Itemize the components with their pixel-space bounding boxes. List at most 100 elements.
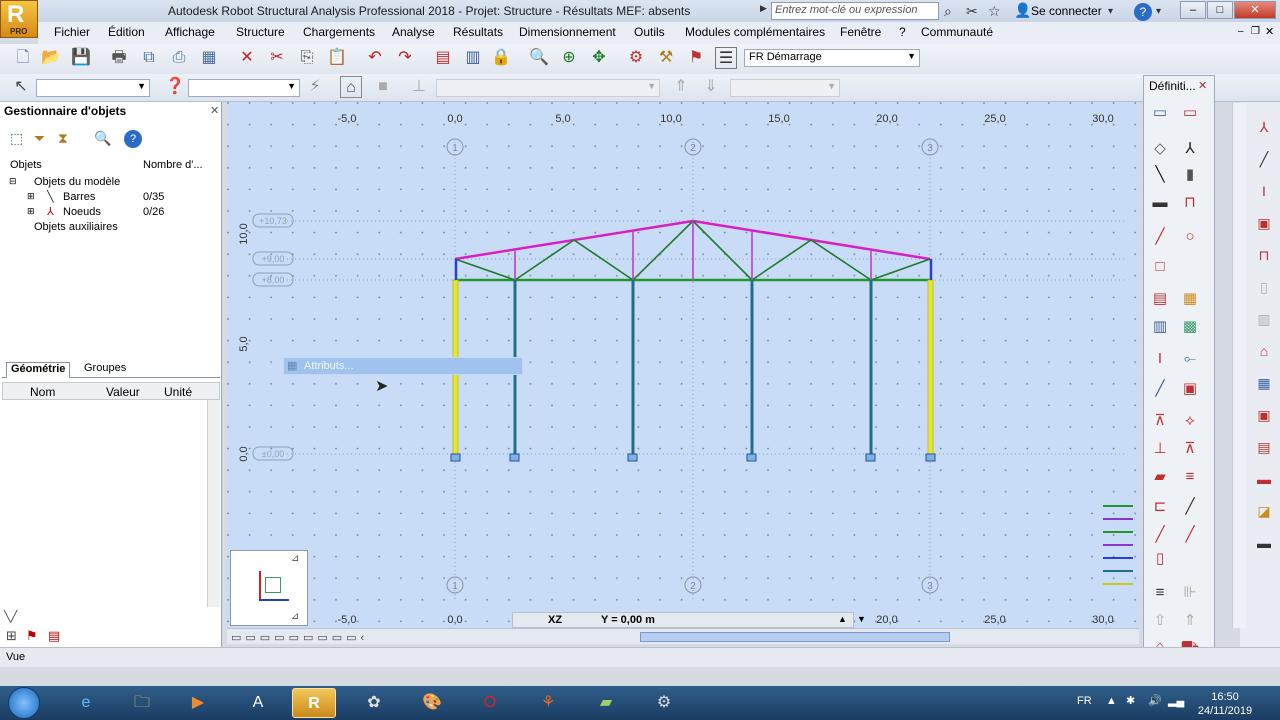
definition-tool-icon[interactable]: ▭ (1148, 102, 1172, 124)
paste-icon[interactable]: 📋 (326, 47, 348, 69)
right-tool-icon[interactable]: ⅄ (1252, 116, 1276, 138)
definition-tool-icon[interactable]: □ (1148, 256, 1172, 278)
definition-tool-icon[interactable]: ≡ (1148, 582, 1172, 604)
print-icon[interactable]: 🖶 (108, 47, 130, 69)
definition-tool-icon[interactable]: ╱ (1148, 524, 1172, 546)
pan-icon[interactable]: ✥ (588, 47, 610, 69)
definition-tool-icon[interactable]: ▬ (1148, 192, 1172, 214)
definition-tool-icon[interactable]: ▥ (1148, 316, 1172, 338)
edit-case-icon[interactable]: ⚡ (304, 76, 326, 98)
right-tool-icon[interactable]: ▬ (1252, 532, 1276, 554)
definition-tool-icon[interactable]: ▣ (1178, 378, 1202, 400)
table-view-icon[interactable]: ▤ (48, 628, 60, 644)
filter-view-icon[interactable]: ⚑ (26, 628, 38, 644)
definition-tool-icon[interactable]: ▯ (1148, 548, 1172, 570)
layout-list-icon[interactable]: ☰ (715, 47, 737, 69)
structure-model-icon[interactable]: ⌂ (340, 76, 362, 98)
app-icon-9[interactable]: ⚘ (526, 688, 570, 718)
level-up-icon[interactable]: ▲ (838, 614, 847, 624)
vertical-scrollbar[interactable] (1232, 103, 1246, 628)
right-tool-icon[interactable]: ▣ (1252, 404, 1276, 426)
minimize-button[interactable]: – (1180, 1, 1206, 19)
definition-tool-icon[interactable]: ◇ (1148, 138, 1172, 160)
tree-item-model-objects[interactable]: Objets du modèle (34, 176, 120, 188)
autocad-icon[interactable]: A (236, 688, 280, 718)
case-combo[interactable]: ▼ (188, 79, 300, 97)
results-table-icon[interactable]: ▥ (462, 47, 484, 69)
tree-item-noeuds[interactable]: Noeuds (63, 206, 101, 218)
view-mode-icons[interactable]: ▭▭▭▭▭▭▭▭▭‹ (231, 631, 368, 644)
view-3d-icon[interactable]: ■ (372, 76, 394, 98)
selection-cursor-icon[interactable]: ↖ (10, 76, 32, 98)
definition-tool-icon[interactable]: ⇑ (1178, 610, 1202, 632)
clock[interactable]: 16:50 24/11/2019 (1190, 690, 1260, 718)
right-tool-icon[interactable]: ▯ (1252, 276, 1276, 298)
right-tool-icon[interactable]: ▬ (1252, 468, 1276, 490)
menu-affichage[interactable]: Affichage (165, 25, 215, 39)
binoculars-icon[interactable]: ⌕ (944, 3, 952, 20)
exchange-icon[interactable]: ✂ (966, 3, 978, 20)
screen-capture-icon[interactable]: ⎙ (168, 47, 190, 69)
zoom-all-icon[interactable]: ⊕ (558, 47, 580, 69)
volume-icon[interactable]: 🔊 (1148, 694, 1162, 707)
level-down-icon[interactable]: ▼ (857, 614, 866, 624)
table-icon[interactable]: ▤ (432, 47, 454, 69)
definition-tool-icon[interactable]: ⊼ (1178, 438, 1202, 460)
doc-close-icon[interactable]: ✕ (1265, 25, 1274, 38)
attributes-tooltip[interactable]: ▦ Attributs... (283, 357, 523, 375)
close-icon[interactable]: ✕ (1198, 79, 1207, 92)
menu-modules[interactable]: Modules complémentaires (685, 25, 825, 39)
definition-tool-icon[interactable]: ╱ (1148, 378, 1172, 400)
definition-tool-icon[interactable]: ▮ (1178, 164, 1202, 186)
ie-icon[interactable]: e (64, 688, 108, 718)
search-input[interactable]: Entrez mot-clé ou expression (771, 2, 939, 20)
selection-combo[interactable]: ▼ (36, 79, 150, 97)
structure-view[interactable]: -5,0 0,0 5,0 10,0 15,0 20,0 25,0 30,0 -5,0 0,0 20… (227, 102, 1139, 628)
right-tool-icon[interactable]: ╱ (1252, 148, 1276, 170)
definition-tool-icon[interactable]: ⅄ (1178, 138, 1202, 160)
doc-minimize-icon[interactable]: – (1238, 26, 1244, 37)
tree-view-icon[interactable]: ⊞ (6, 628, 17, 644)
tab-geometrie[interactable]: Géométrie (6, 362, 71, 378)
tree-item-barres[interactable]: Barres (63, 191, 95, 203)
filter-icon[interactable]: ⏷ (34, 130, 45, 147)
cut-icon[interactable]: ✂ (266, 47, 288, 69)
definition-tool-icon[interactable]: ╱ (1148, 226, 1172, 248)
right-tool-icon[interactable]: ▣ (1252, 212, 1276, 234)
menu-resultats[interactable]: Résultats (453, 25, 503, 39)
definition-tool-icon[interactable]: ⟡ (1178, 410, 1202, 432)
horizontal-scroll-thumb[interactable] (640, 632, 950, 642)
lock-icon[interactable]: 🔒 (490, 47, 512, 69)
definition-tool-icon[interactable]: ⊥ (1148, 438, 1172, 460)
definition-tool-icon[interactable]: ≡ (1178, 466, 1202, 488)
definition-tool-icon[interactable]: ▰ (1148, 466, 1172, 488)
tree-expand-icon[interactable]: ⊞ (27, 206, 35, 217)
right-tool-icon[interactable]: ▦ (1252, 372, 1276, 394)
definition-tool-icon[interactable]: ⊼ (1148, 410, 1172, 432)
menu-structure[interactable]: Structure (236, 25, 285, 39)
print-preview-icon[interactable]: ⧉ (138, 47, 160, 69)
search-expand-icon[interactable]: ▶ (760, 3, 770, 19)
level-combo[interactable]: ▼ (730, 79, 840, 97)
menu-help[interactable]: ? (899, 25, 906, 39)
view-plane-icon[interactable]: ⊥ (408, 76, 430, 98)
calculator-icon[interactable]: ▦ (198, 47, 220, 69)
open-file-icon[interactable]: 📂 (40, 47, 62, 69)
design-icon[interactable]: ⚑ (685, 47, 707, 69)
definition-tool-icon[interactable]: ▤ (1148, 288, 1172, 310)
definition-tool-icon[interactable]: ╱ (1178, 496, 1202, 518)
definition-tool-icon[interactable]: ⊏ (1148, 496, 1172, 518)
paint-icon[interactable]: 🎨 (410, 688, 454, 718)
favorites-star-icon[interactable]: ☆ (988, 3, 1001, 20)
redo-icon[interactable]: ↷ (394, 47, 416, 69)
opera-icon[interactable]: O (468, 688, 512, 718)
app-icon-6[interactable]: ✿ (352, 688, 396, 718)
copy-icon[interactable]: ⎘ (296, 47, 318, 69)
menu-analyse[interactable]: Analyse (392, 25, 435, 39)
signin-button[interactable]: Se connecter (1031, 4, 1102, 18)
definition-tool-icon[interactable]: ⇧ (1148, 610, 1172, 632)
definition-tool-icon[interactable]: ▭ (1178, 102, 1202, 124)
help-icon[interactable]: ? (124, 130, 142, 148)
axis-rotate-icon[interactable]: ⊿ (291, 611, 299, 622)
tab-groupes[interactable]: Groupes (80, 362, 130, 374)
